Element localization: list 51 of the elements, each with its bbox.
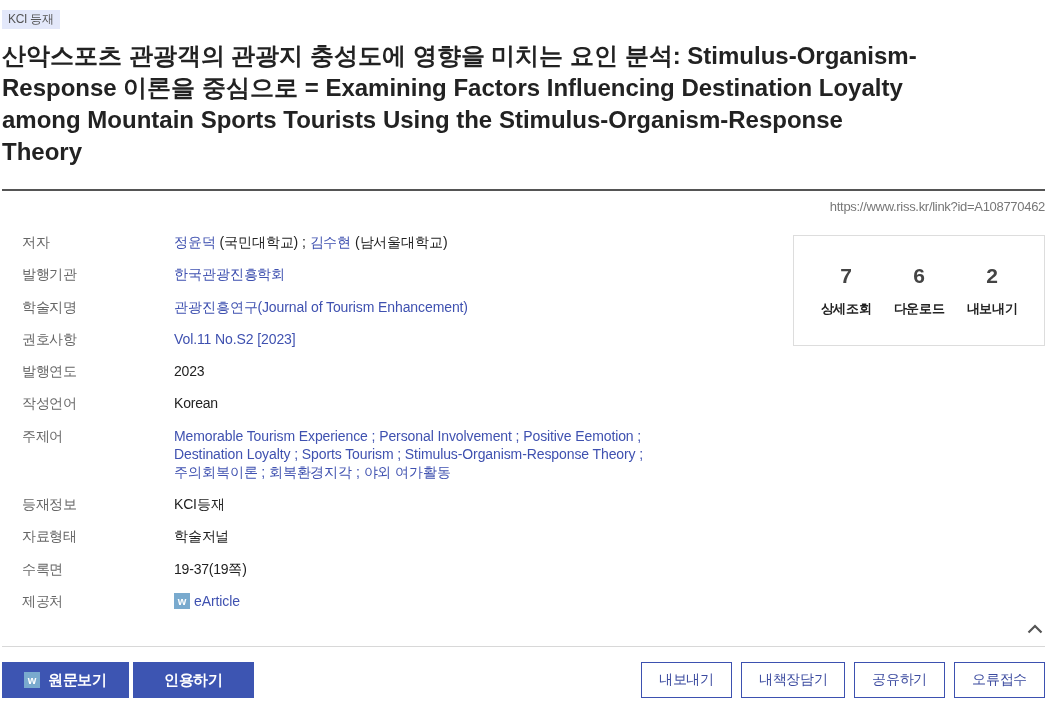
article-title: 산악스포츠 관광객의 관광지 충성도에 영향을 미치는 요인 분석: Stimulus-Organism-Response 이론을 중심으로 = Examining Factors Influencing Destination Loyalty among Mountain Sports Tourists Using the Stimulus-Organism-Response Theory bbox=[2, 41, 918, 167]
keyword-link[interactable]: Stimulus-Organism-Response Theory bbox=[404, 445, 636, 462]
keyword-link[interactable]: Memorable Tourism Experience bbox=[174, 427, 368, 444]
keyword-link[interactable]: 야외 여가활동 bbox=[363, 463, 451, 480]
provider-link[interactable]: eArticle bbox=[194, 591, 240, 610]
permalink[interactable]: https://www.riss.kr/link?id=A108770462 bbox=[829, 199, 1045, 215]
author-list: 정윤덕 (국민대학교) ; 김수현 (남서울대학교) bbox=[174, 233, 448, 251]
detail-link[interactable]: Vol.11 No.S2 [2023] bbox=[174, 329, 296, 348]
keyword-list: Memorable Tourism Experience ; Personal Involvement ; Positive Eemotion ; Destination Loyalty ; Sports Tourism ; Stimulus-Organism-Response Theory ; 주의회복이론 ; 회복환경지각 ; 야외 여가활동 bbox=[174, 426, 659, 481]
detail-value: 19-37(19쪽) bbox=[174, 559, 247, 578]
detail-value: 학술저널 bbox=[174, 527, 230, 546]
detail-label: 권호사항 bbox=[21, 329, 78, 348]
detail-label: 발행기관 bbox=[21, 265, 78, 284]
detail-label: 학술지명 bbox=[21, 297, 78, 316]
action-button[interactable]: 내책장담기 bbox=[740, 662, 846, 699]
stat-label: 다운로드 bbox=[893, 301, 945, 317]
action-button[interactable]: 오류접수 bbox=[954, 662, 1045, 699]
keyword-link[interactable]: 회복환경지각 bbox=[268, 463, 353, 480]
kci-badge: KCI 등재 bbox=[2, 10, 60, 29]
provider-logo: w bbox=[174, 592, 190, 609]
stat-count: 2 bbox=[986, 264, 998, 288]
detail-label: 자료형태 bbox=[21, 527, 78, 546]
keyword-link[interactable]: Sports Tourism bbox=[301, 445, 394, 462]
viewer-logo: w bbox=[24, 672, 40, 689]
detail-label: 제공처 bbox=[21, 591, 65, 610]
detail-label: 주제어 bbox=[21, 426, 65, 446]
detail-link[interactable]: 관광진흥연구(Journal of Tourism Enhancement) bbox=[174, 297, 468, 316]
detail-value: Korean bbox=[174, 394, 218, 413]
primary-action-button[interactable]: w 원문보기 bbox=[2, 662, 129, 699]
keyword-link[interactable]: 주의회복이론 bbox=[174, 463, 258, 480]
chevron-up-icon[interactable] bbox=[1027, 624, 1043, 635]
detail-label: 저자 bbox=[21, 233, 51, 251]
detail-label: 수록면 bbox=[21, 559, 65, 578]
action-button[interactable]: 공유하기 bbox=[854, 662, 946, 699]
author-link[interactable]: 정윤덕 bbox=[174, 234, 216, 250]
stat-label: 상세조회 bbox=[820, 301, 872, 317]
detail-label: 등재정보 bbox=[21, 495, 78, 514]
detail-value: 2023 bbox=[174, 362, 205, 381]
keyword-link[interactable]: Positive Eemotion bbox=[523, 427, 634, 444]
stat-label: 내보내기 bbox=[966, 301, 1018, 317]
stat-count: 6 bbox=[913, 264, 925, 288]
keyword-link[interactable]: Destination Loyalty bbox=[174, 445, 291, 462]
keyword-link[interactable]: Personal Involvement bbox=[379, 427, 512, 444]
stat-count: 7 bbox=[840, 264, 852, 288]
primary-action-button[interactable]: 인용하기 bbox=[132, 662, 254, 699]
author-link[interactable]: 김수현 bbox=[309, 234, 352, 250]
detail-label: 발행연도 bbox=[21, 362, 78, 381]
detail-value: KCI등재 bbox=[174, 495, 225, 514]
detail-label: 작성언어 bbox=[21, 394, 78, 413]
detail-link[interactable]: 한국관광진흥학회 bbox=[174, 265, 286, 284]
action-button[interactable]: 내보내기 bbox=[641, 662, 732, 699]
